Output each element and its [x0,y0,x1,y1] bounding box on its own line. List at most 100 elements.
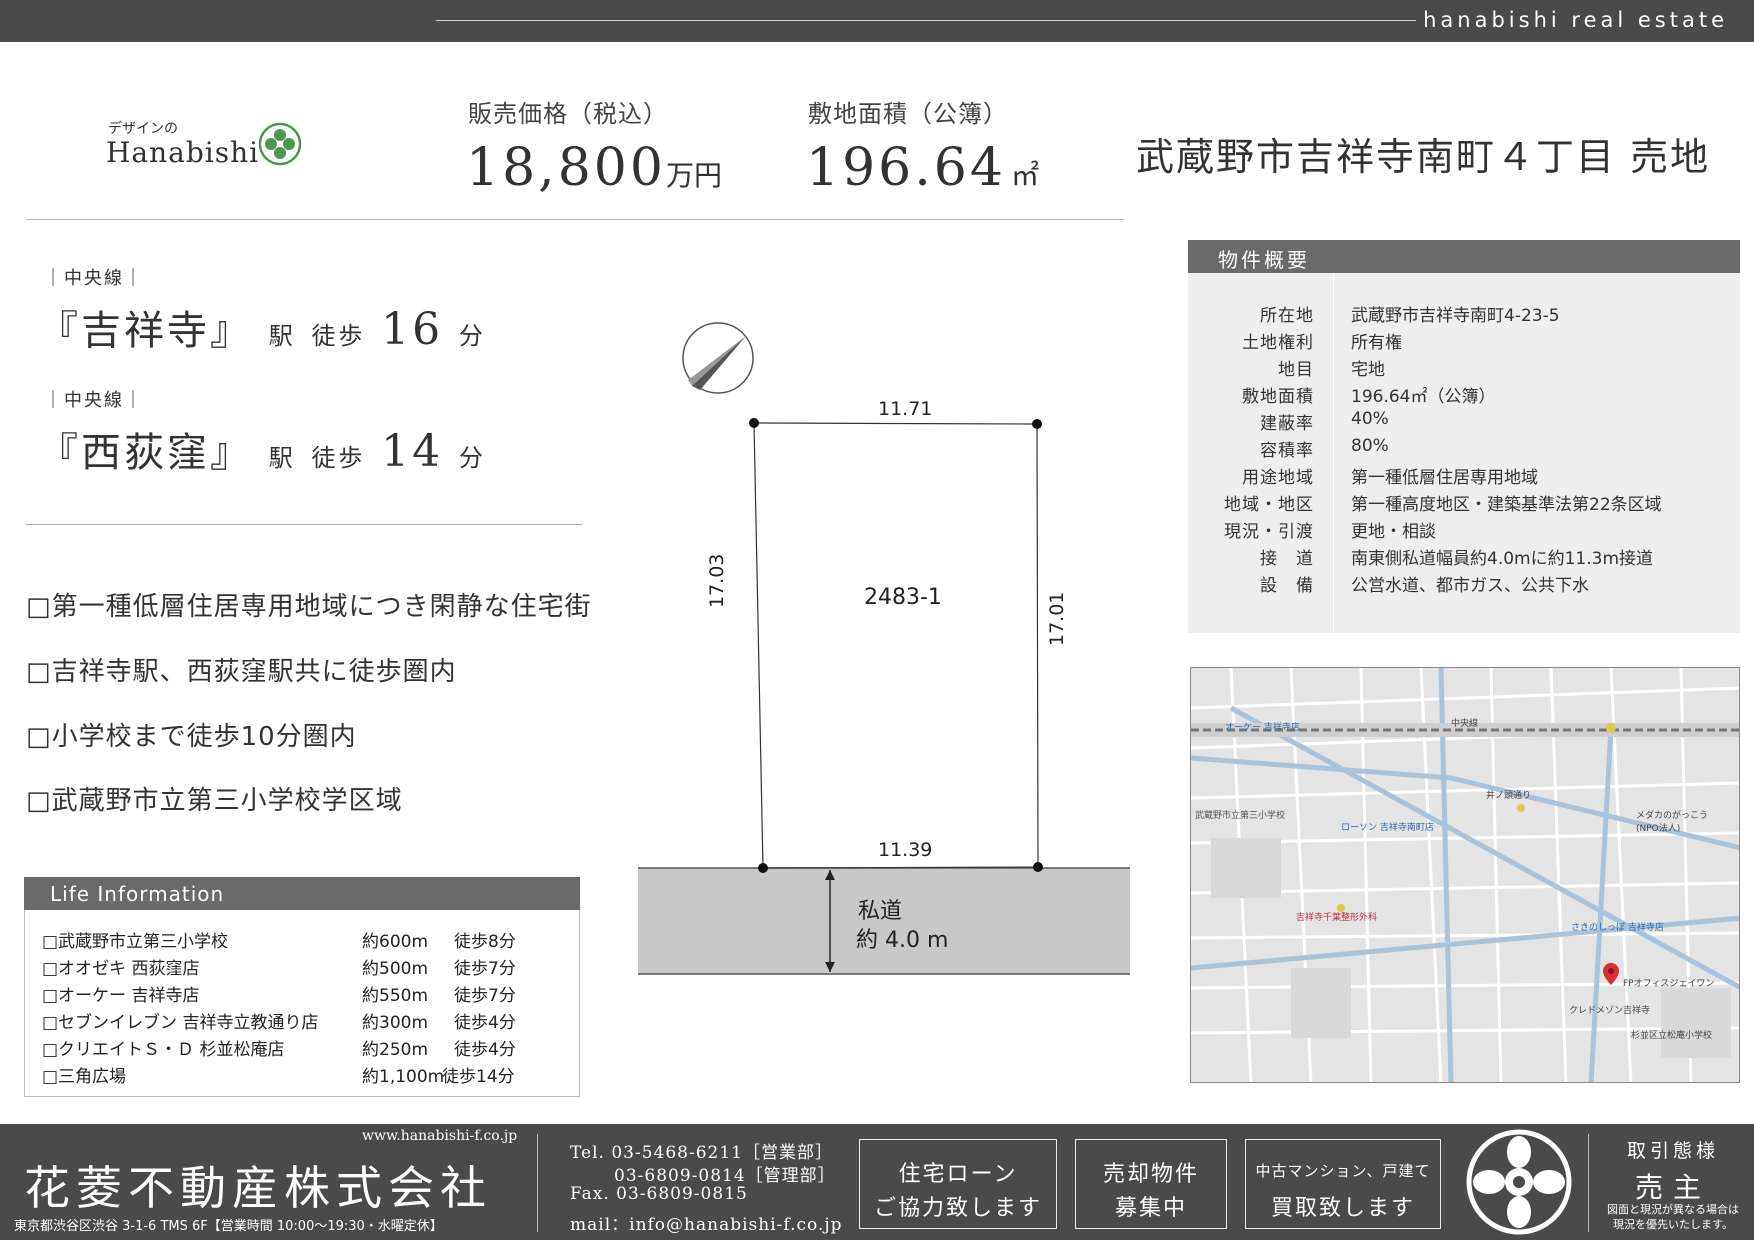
map-label: ローソン 吉祥寺南町店 [1341,823,1434,833]
overview-value: 更地・相談 [1351,522,1436,542]
sale-listing-line-2: 募集中 [1114,1196,1187,1221]
station-2-eki: 駅 [268,444,296,472]
deal-type-value: 売主 [1634,1171,1711,1204]
price-label: 販売価格（税込） [468,100,668,128]
life-row: □オーケー 吉祥寺店 約550m 徒歩7分 [42,981,562,1006]
life-walk: 徒歩14分 [442,1067,515,1087]
overview-key: 接 道 [1260,549,1314,569]
deal-type-label: 取引態様 [1626,1140,1719,1162]
overview-value: 所有権 [1351,333,1402,353]
feature-2: □吉祥寺駅、西荻窪駅共に徒歩圏内 [26,657,457,687]
plot-left-length: 17.03 [706,553,728,608]
sale-listing-box: 売却物件 募集中 [1075,1139,1227,1229]
life-walk: 徒歩7分 [454,986,516,1006]
property-pin-icon[interactable] [1603,963,1619,985]
life-walk: 徒歩4分 [454,1013,516,1033]
hanabishi-flower-icon [258,122,302,166]
map-label: FPオフィスジェイワン [1623,979,1715,989]
life-row: □クリエイトＳ・Ｄ 杉並松庵店 約250m 徒歩4分 [42,1035,562,1060]
life-name: □三角広場 [42,1067,127,1087]
feature-1: □第一種低層住居専用地域につき閑静な住宅街 [26,592,592,622]
area-label: 敷地面積（公簿） [808,100,1008,128]
footer-mail[interactable]: mail：info@hanabishi-f.co.jp [570,1210,843,1235]
footer-divider-2 [1588,1134,1589,1232]
station-2: 『西荻窪』 駅 徒歩 14 分 [38,420,486,478]
station-1-eki: 駅 [268,322,296,350]
overview-key: 設 備 [1260,576,1314,596]
footer-fax: Fax. 03-6809-0815 [570,1184,748,1204]
overview-key: 地域・地区 [1224,495,1314,515]
life-name: □クリエイトＳ・Ｄ 杉並松庵店 [42,1040,285,1060]
divider-mid [26,524,582,525]
station-1-line: ｜中央線｜ [44,268,144,289]
overview-title: 物件概要 [1218,248,1310,272]
loan-support-line-2: ご協力致します [873,1196,1042,1221]
area-block: 196.64 ㎡ [806,138,1039,198]
map-label: 武蔵野市立第三小学校 [1195,811,1286,821]
price-unit: 万円 [665,159,722,192]
purchase-line-1: 中古マンション、戸建て [1255,1162,1431,1180]
life-distance: 約300m [362,1013,429,1033]
sale-listing-line-1: 売却物件 [1102,1162,1199,1187]
life-row: □オオゼキ 西荻窪店 約500m 徒歩7分 [42,954,562,979]
station-1-toho: 徒歩 [311,322,366,350]
loan-support-line-1: 住宅ローン [898,1162,1018,1187]
life-walk: 徒歩4分 [454,1040,516,1060]
plot-top-length: 11.71 [878,398,933,420]
footer-url[interactable]: www.hanabishi-f.co.jp [362,1128,517,1144]
overview-key: 所在地 [1260,306,1314,326]
overview-value: 公営水道、都市ガス、公共下水 [1351,576,1589,596]
station-2-line: ｜中央線｜ [44,390,144,411]
life-distance: 約600m [362,932,429,952]
brand-header: hanabishi real estate [1423,8,1728,32]
footer-tel-1[interactable]: Tel. 03-5468-6211［営業部］ [570,1138,833,1163]
road-width: 約 4.0 m [856,928,949,953]
overview-value: 40% [1351,409,1389,429]
deal-note-line-1: 図面と現況が異なる場合は [1607,1203,1739,1216]
top-bar-line [436,20,1416,21]
station-2-fun: 分 [458,444,486,472]
map-label: 中央線 [1451,719,1479,729]
overview-key: 用途地域 [1242,468,1314,488]
logo-subtitle: デザインの [108,121,178,137]
station-2-name: 『西荻窪』 [38,430,253,476]
life-distance: 約1,100m [362,1067,445,1087]
loan-support-box: 住宅ローン ご協力致します [859,1139,1057,1229]
life-row: □セブンイレブン 吉祥寺立教通り店 約300m 徒歩4分 [42,1008,562,1033]
overview-key: 地目 [1278,360,1314,380]
purchase-line-2: 買取致します [1270,1196,1415,1221]
life-row: □三角広場 約1,100m 徒歩14分 [42,1062,562,1087]
map-label: クレドメゾン吉祥寺 [1569,1006,1651,1016]
overview-value: 南東側私道幅員約4.0mに約11.3m接道 [1351,549,1654,569]
price-value: 18,800 [466,138,666,198]
plot-right-length: 17.01 [1046,591,1068,646]
life-distance: 約500m [362,959,429,979]
overview-value: 196.64㎡（公簿） [1351,387,1496,407]
overview-separator [1333,273,1334,633]
area-map[interactable]: オーケー 吉祥寺店 武蔵野市立第三小学校 ローソン 吉祥寺南町店 吉祥寺千葉整形… [1190,667,1740,1083]
overview-key: 土地権利 [1242,333,1314,353]
north-arrow-icon [682,322,754,394]
overview-key: 建蔽率 [1260,414,1314,434]
plot-bottom-length: 11.39 [878,839,933,861]
feature-3: □小学校まで徒歩10分圏内 [26,722,357,752]
life-row: □武蔵野市立第三小学校 約600m 徒歩8分 [42,927,562,952]
overview-value: 宅地 [1351,360,1385,380]
map-label: 吉祥寺千葉整形外科 [1296,913,1378,923]
life-name: □オーケー 吉祥寺店 [42,986,200,1006]
map-label: メダカのがっこう(NPO法人) [1636,811,1709,834]
life-name: □セブンイレブン 吉祥寺立教通り店 [42,1013,319,1033]
hanabishi-crest-icon [1466,1129,1572,1235]
overview-value: 武蔵野市吉祥寺南町4-23-5 [1351,306,1560,326]
purchase-box: 中古マンション、戸建て 買取致します [1245,1139,1441,1229]
lot-number: 2483-1 [864,585,942,610]
feature-4: □武蔵野市立第三小学校学区域 [26,786,403,816]
life-name: □オオゼキ 西荻窪店 [42,959,200,979]
overview-key: 現況・引渡 [1224,522,1314,542]
logo-name: Hanabishi [106,136,260,169]
overview-key: 容積率 [1260,441,1314,461]
station-1-minutes: 16 [381,304,444,355]
lot-outline [753,422,1039,869]
footer-tel-2[interactable]: 03-6809-0814［管理部］ [614,1161,836,1186]
overview-key: 敷地面積 [1242,387,1314,407]
